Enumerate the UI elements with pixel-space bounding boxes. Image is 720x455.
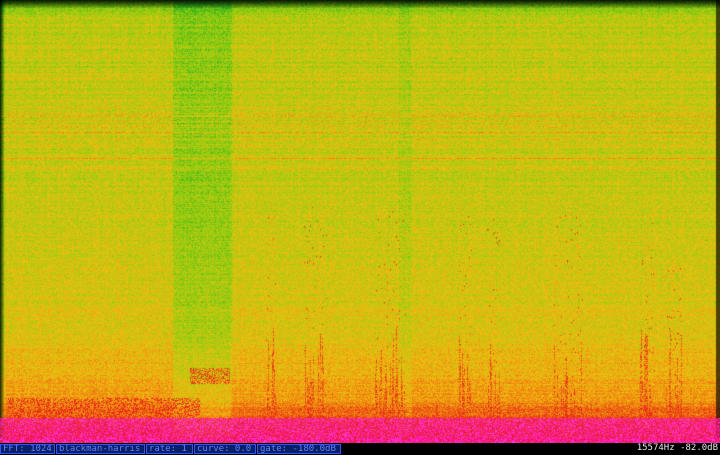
cursor-readout: 15574Hz -82.0dB: [636, 443, 718, 453]
rate-control[interactable]: rate: 1: [146, 444, 193, 454]
status-bar: FFT: 1024 blackman-harris rate: 1 curve:…: [0, 443, 720, 455]
spectrogram-app: FFT: 1024 blackman-harris rate: 1 curve:…: [0, 0, 720, 455]
window-function-control[interactable]: blackman-harris: [56, 444, 145, 454]
gate-control[interactable]: gate: -180.0dB: [257, 444, 341, 454]
spectrogram-canvas[interactable]: [0, 0, 720, 443]
fft-size-control[interactable]: FFT: 1024: [0, 444, 55, 454]
spectrogram-display[interactable]: [0, 0, 720, 443]
curve-control[interactable]: curve: 0.0: [194, 444, 256, 454]
